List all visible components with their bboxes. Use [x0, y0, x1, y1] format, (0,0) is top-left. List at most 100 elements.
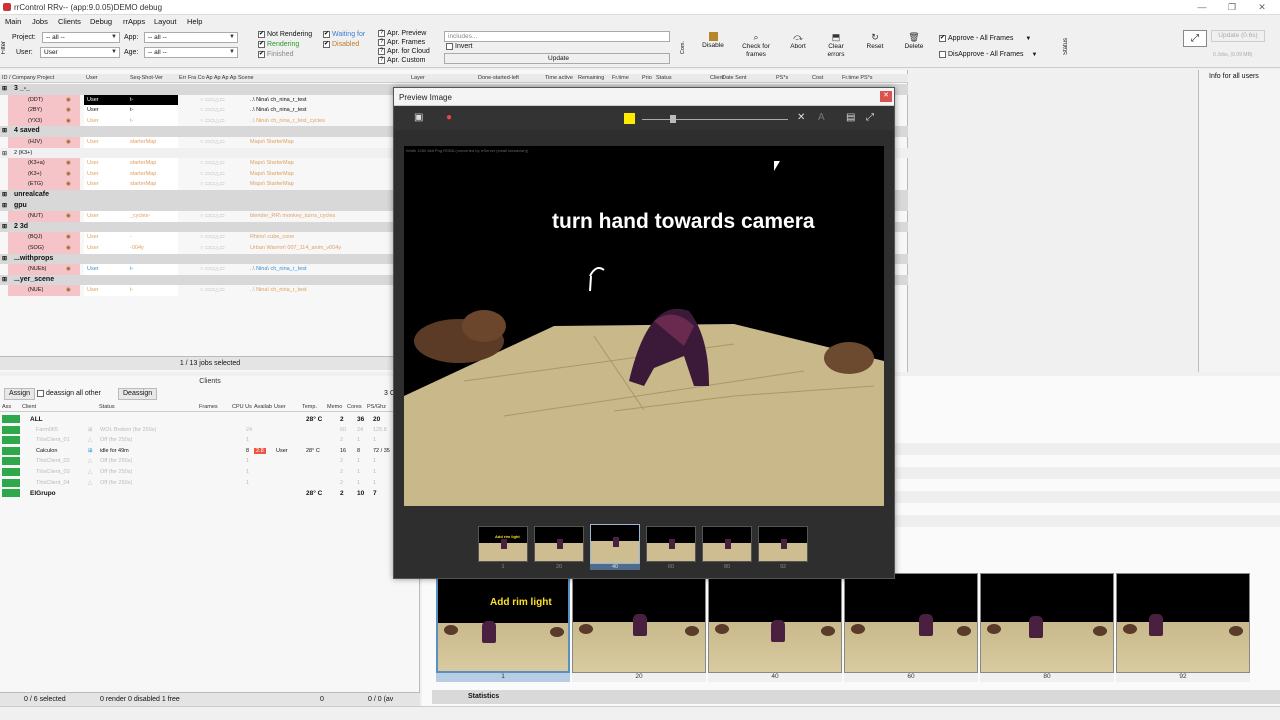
expand-icon[interactable]: ⊞: [2, 127, 7, 134]
preview-thumbnail[interactable]: [702, 526, 752, 562]
update-filter-button[interactable]: Update: [444, 53, 670, 64]
expand-icon[interactable]: ⊞: [2, 150, 7, 157]
job-group-label: 4 saved: [14, 127, 40, 135]
age-select[interactable]: -- all -- ▼: [144, 47, 238, 58]
slider-handle[interactable]: [670, 115, 676, 123]
table-row[interactable]: ALL 28° C 2 36 20: [0, 414, 420, 425]
expand-icon[interactable]: ⊞: [2, 223, 7, 230]
menu-jobs[interactable]: Jobs: [32, 17, 48, 26]
job-scene: Maps\ StarterMap: [250, 170, 294, 177]
assign-button[interactable]: Assign: [4, 388, 36, 400]
menu-debug[interactable]: Debug: [90, 17, 112, 26]
search-icon: ⌕: [753, 32, 759, 42]
expand-icon[interactable]: ⊞: [2, 191, 7, 198]
frame-thumbnail[interactable]: [980, 573, 1114, 673]
client-os-icon: △: [88, 479, 93, 486]
job-seq: starterMap: [130, 170, 157, 177]
table-row[interactable]: ThisClient_04 △ Off (for 250s) 1 2 1 1: [0, 478, 420, 489]
preview-toolbar: ▣ ● ✕ A ▤ ⤢: [394, 106, 894, 130]
table-row[interactable]: Farm065 ⊞ WOL Broken (for 250s) 24 60 24 125.8: [0, 425, 420, 436]
info-header: Info for all users: [1209, 73, 1259, 80]
close-icon[interactable]: ✕: [1252, 1, 1272, 13]
expand-icon[interactable]: ⊞: [2, 255, 7, 262]
close-icon[interactable]: ✕: [880, 91, 892, 102]
minimize-icon[interactable]: —: [1192, 1, 1212, 13]
job-id: (SOG): [28, 245, 44, 251]
expand-icon[interactable]: ⊞: [2, 276, 7, 283]
table-row[interactable]: ThisClient_02 △ Off (for 250s) 1 2 1 1: [0, 456, 420, 467]
deassign-button[interactable]: Deassign: [118, 388, 158, 400]
table-row[interactable]: ElGrupo 28° C 2 10 7: [0, 488, 420, 499]
disapprove-all-frames[interactable]: DisApprove - All Frames ▼: [939, 51, 1037, 58]
menu-main[interactable]: Main: [5, 17, 21, 26]
project-select[interactable]: -- all -- ▼: [42, 32, 120, 43]
update-now-button[interactable]: Update (0.6s): [1211, 30, 1265, 42]
menu-rrapps[interactable]: rrApps: [123, 17, 145, 26]
check-frames-button[interactable]: ⌕ Check for frames: [736, 30, 776, 66]
clients-panel: Clients Assign deassign all other Deassi…: [0, 376, 420, 706]
check-waiting-for[interactable]: Waiting for: [323, 31, 365, 38]
frame-thumbnail[interactable]: Add rim light: [436, 573, 570, 673]
statistics-bar[interactable]: Statistics: [432, 690, 1280, 704]
preview-frame-number: 20: [555, 564, 563, 570]
app-select[interactable]: -- all -- ▼: [144, 32, 238, 43]
expand-icon[interactable]: ⊞: [2, 85, 7, 92]
check-rendering[interactable]: Rendering: [258, 41, 299, 48]
abort-button[interactable]: ⤼ Abort: [782, 30, 814, 66]
check-apr-frames[interactable]: ? Apr. Frames: [378, 39, 425, 46]
preview-thumbnail[interactable]: Add rim light: [478, 526, 528, 562]
frame-thumbnail[interactable]: [708, 573, 842, 673]
check-apr-preview[interactable]: ? Apr. Preview: [378, 30, 426, 37]
table-row[interactable]: ThisClient_03 △ Off (for 250s) 1 2 1 1: [0, 467, 420, 478]
includes-input[interactable]: includes...: [444, 31, 670, 42]
reset-button[interactable]: ↻ Reset: [859, 30, 891, 66]
client-ps: 20: [373, 416, 381, 423]
preview-thumbnail[interactable]: [534, 526, 584, 562]
table-row[interactable]: ThisClient_01 △ Off (for 250s) 1 2 1 1: [0, 435, 420, 446]
job-user: User: [87, 170, 99, 177]
check-disabled[interactable]: Disabled: [323, 41, 359, 48]
menu-bar: Main Jobs Clients Debug rrApps Layout He…: [0, 15, 1280, 27]
approve-all-frames[interactable]: Approve - All Frames▼: [939, 35, 1031, 42]
menu-layout[interactable]: Layout: [154, 17, 177, 26]
color-swatch[interactable]: [624, 113, 635, 124]
client-memory: 2: [340, 416, 344, 423]
preview-thumbnail[interactable]: [758, 526, 808, 562]
check-apr-custom[interactable]: ? Apr. Custom: [378, 57, 426, 64]
frame-thumbnail[interactable]: [572, 573, 706, 673]
restore-icon[interactable]: ❐: [1222, 1, 1242, 13]
client-cpu: 1: [246, 469, 250, 475]
job-group-label: gpu: [14, 201, 27, 209]
preview-thumbnail[interactable]: [590, 524, 640, 564]
fullscreen-icon[interactable]: ⤢: [866, 112, 874, 123]
expand-icon[interactable]: ⤢: [1183, 30, 1207, 47]
check-apr-cloud[interactable]: ? Apr. for Cloud: [378, 48, 430, 55]
user-select[interactable]: User ▼: [40, 47, 120, 58]
check-invert[interactable]: Invert: [446, 43, 473, 50]
eye-icon: ◉: [66, 160, 71, 167]
frame-thumbnail[interactable]: [1116, 573, 1250, 673]
table-row[interactable]: Calculon ⊞ idle for 49m 8 2.8 User 28° C 16 8 72 …: [0, 446, 420, 457]
preview-thumbnail[interactable]: [646, 526, 696, 562]
client-status: Off (for 250s): [100, 479, 133, 486]
image-icon[interactable]: ▣: [414, 112, 423, 123]
check-finished[interactable]: Finished: [258, 51, 293, 58]
disable-button[interactable]: Disable: [697, 30, 729, 66]
frame-thumbnail[interactable]: [844, 573, 978, 673]
text-icon[interactable]: A: [818, 112, 825, 123]
menu-clients[interactable]: Clients: [58, 17, 81, 26]
client-status: Off (for 250s): [100, 437, 133, 444]
client-user: User: [276, 447, 288, 454]
expand-icon[interactable]: ⊞: [2, 202, 7, 209]
color-wheel-icon[interactable]: ●: [446, 112, 452, 123]
deassign-all-checkbox[interactable]: deassign all other: [37, 390, 101, 397]
clipboard-icon[interactable]: ▤: [846, 112, 855, 123]
zoom-slider[interactable]: [642, 119, 788, 120]
job-seq: t-: [130, 96, 134, 103]
job-user: User: [87, 160, 99, 167]
delete-button[interactable]: 🗑 Delete: [898, 30, 930, 66]
check-not-rendering[interactable]: Not Rendering: [258, 31, 312, 38]
close-icon[interactable]: ✕: [797, 112, 805, 123]
clear-errors-button[interactable]: ⬒ Clear errors: [820, 30, 852, 66]
menu-help[interactable]: Help: [187, 17, 202, 26]
